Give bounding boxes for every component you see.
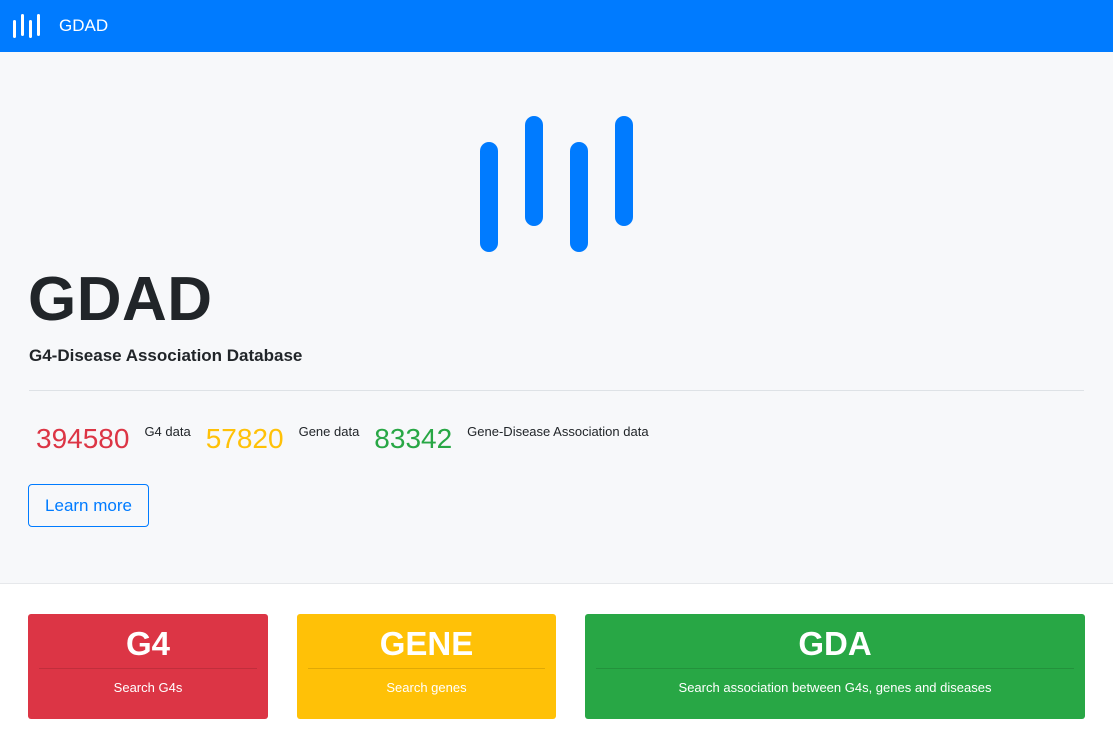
- card-description: Search genes: [386, 680, 467, 695]
- navbar-brand[interactable]: GDAD: [59, 16, 108, 36]
- stat-g4-label: G4 data: [144, 424, 191, 439]
- page-subtitle: G4-Disease Association Database: [29, 346, 303, 365]
- navbar: GDAD: [0, 0, 1113, 52]
- stat-gda-label: Gene-Disease Association data: [467, 424, 649, 439]
- card-divider: [308, 668, 545, 669]
- card-title: G4: [125, 625, 171, 662]
- card-description: Search G4s: [113, 680, 183, 695]
- card-divider: [596, 668, 1074, 669]
- gda-card[interactable]: GDA Search association between G4s, gene…: [585, 614, 1085, 719]
- g4-card[interactable]: G4 Search G4s: [28, 614, 268, 719]
- stat-g4-value: 394580: [36, 423, 130, 454]
- stat-gene-value: 57820: [205, 423, 284, 454]
- card-title: GENE: [379, 625, 474, 662]
- hero-section: GDAD G4-Disease Association Database 394…: [0, 52, 1113, 584]
- stat-gda-value: 83342: [374, 423, 453, 454]
- stat-gene-label: Gene data: [298, 424, 360, 439]
- bars-logo-icon: [480, 116, 635, 252]
- card-description: Search association between G4s, genes an…: [678, 680, 992, 695]
- stats-row: 394580 G4 data 57820 Gene data 83342 Gen…: [36, 422, 664, 456]
- gene-card[interactable]: GENE Search genes: [297, 614, 556, 719]
- card-title: GDA: [798, 625, 872, 662]
- bars-logo-icon[interactable]: [13, 13, 40, 39]
- page-title: GDAD: [28, 265, 213, 334]
- learn-more-button[interactable]: Learn more: [28, 484, 149, 527]
- card-divider: [39, 668, 257, 669]
- divider: [29, 390, 1084, 391]
